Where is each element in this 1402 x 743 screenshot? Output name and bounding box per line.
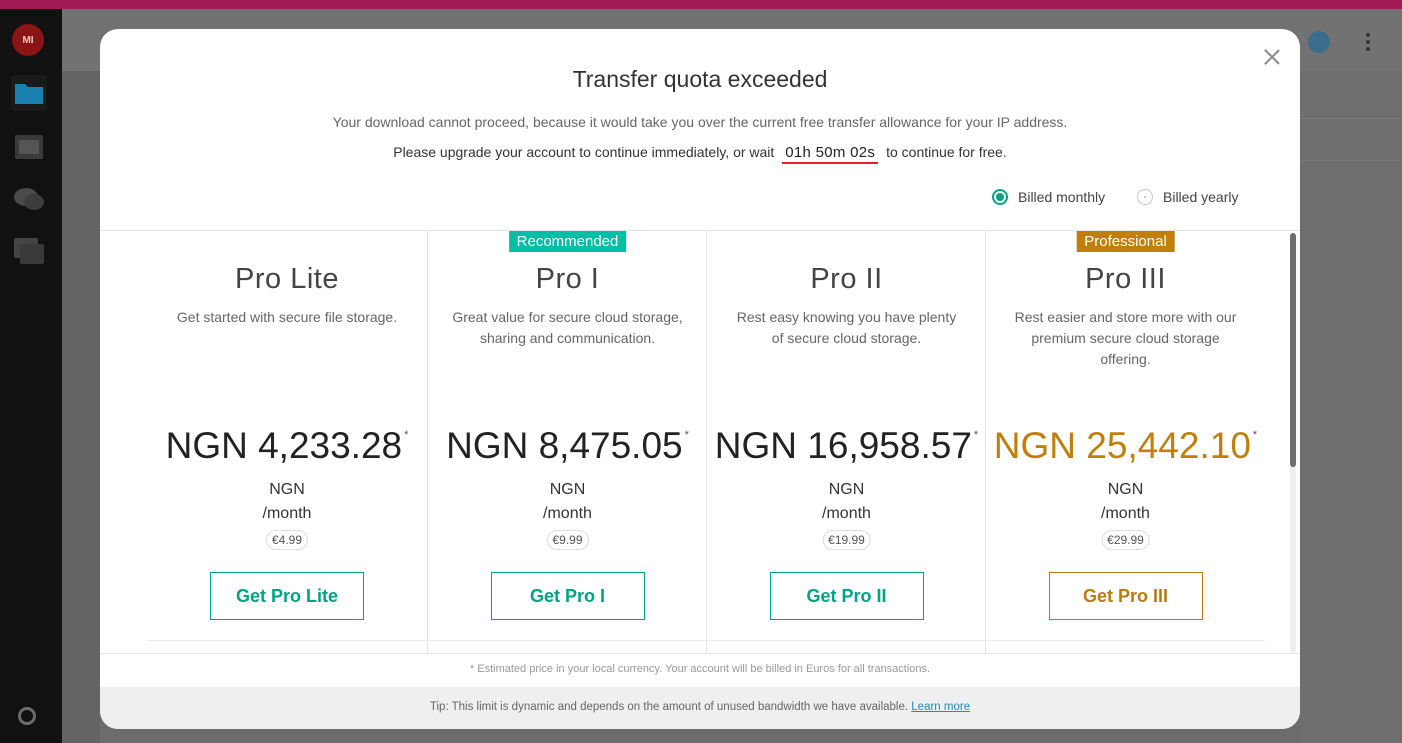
dialog-title: Transfer quota exceeded — [572, 66, 828, 92]
plans-grid: Pro Lite Get started with secure file st… — [100, 231, 1285, 653]
billed-yearly-radio[interactable] — [1137, 189, 1153, 205]
wait-message: Please upgrade your account to continue … — [100, 144, 1300, 164]
dialog-message: Your download cannot proceed, because it… — [332, 114, 1068, 130]
professional-badge: Professional — [1076, 231, 1175, 252]
plan-card-pro-i: Recommended Pro I Great value for secure… — [427, 231, 707, 653]
plan-period: /month — [822, 505, 871, 522]
settings-icon[interactable] — [18, 707, 36, 725]
photos-icon[interactable] — [11, 129, 47, 165]
get-pro-iii-button[interactable]: Get Pro III — [1048, 572, 1203, 620]
plan-currency: NGN — [549, 481, 586, 498]
contacts-icon[interactable] — [11, 233, 47, 269]
recommended-badge: Recommended — [508, 231, 627, 252]
chat-icon[interactable] — [11, 181, 47, 217]
app-right-panel — [1300, 71, 1402, 743]
plan-description: Get started with secure file storage. — [176, 309, 398, 325]
more-menu-icon[interactable] — [1366, 33, 1370, 51]
bg-divider — [1300, 160, 1400, 161]
cloud-drive-icon[interactable] — [11, 75, 47, 111]
get-pro-i-button[interactable]: Get Pro I — [490, 572, 645, 620]
get-pro-ii-button[interactable]: Get Pro II — [769, 572, 924, 620]
plan-eur-price: €29.99 — [1101, 530, 1150, 550]
plan-eur-price: €4.99 — [265, 530, 309, 550]
app-left-panel — [62, 71, 100, 743]
billed-yearly-option[interactable]: Billed yearly — [1137, 187, 1238, 207]
plan-description: Rest easier and store more with our prem… — [1014, 309, 1237, 367]
plan-currency: NGN — [269, 481, 305, 498]
tip-message: Tip: This limit is dynamic and depends o… — [100, 701, 1300, 713]
wait-suffix: to continue for free. — [886, 144, 1007, 160]
plan-name: Pro Lite — [235, 263, 339, 295]
plan-card-pro-iii: Professional Pro III Rest easier and sto… — [985, 231, 1265, 653]
plan-name: Pro II — [810, 263, 883, 295]
user-avatar[interactable] — [1308, 31, 1330, 53]
plan-currency: NGN — [828, 481, 865, 498]
plans-scrollbar-thumb[interactable] — [1290, 233, 1296, 467]
plan-price: NGN 16,958.57 * — [714, 425, 979, 466]
plan-name: Pro III — [1085, 263, 1166, 295]
plan-price: NGN 25,442.10 * — [993, 425, 1258, 466]
plan-eur-price: €19.99 — [822, 530, 871, 550]
plan-description: Rest easy knowing you have plenty of sec… — [736, 309, 957, 346]
billed-monthly-radio[interactable] — [992, 189, 1008, 205]
plan-description: Great value for secure cloud storage, sh… — [452, 309, 683, 346]
get-pro-lite-button[interactable]: Get Pro Lite — [210, 572, 364, 620]
app-sidebar: MI — [0, 9, 62, 743]
footnote-text: * Estimated price in your local currency… — [469, 663, 931, 675]
billed-monthly-label: Billed monthly — [1018, 189, 1106, 205]
plan-currency: NGN — [1107, 481, 1144, 498]
plan-card-pro-lite: Pro Lite Get started with secure file st… — [147, 231, 427, 653]
account-avatar[interactable]: MI — [12, 24, 44, 56]
billed-monthly-option[interactable]: Billed monthly — [992, 187, 1105, 207]
learn-more-link[interactable]: Learn more — [911, 701, 970, 713]
close-icon[interactable] — [1262, 47, 1282, 67]
plans-bottom-rule — [147, 640, 1265, 641]
top-accent-bar — [0, 0, 1402, 9]
countdown-timer: 01h 50m 02s — [782, 144, 879, 164]
transfer-quota-dialog: Transfer quota exceeded Your download ca… — [100, 29, 1300, 729]
plan-price: NGN 8,475.05 * — [446, 425, 689, 466]
bg-divider — [1300, 118, 1400, 119]
plan-name: Pro I — [535, 263, 600, 295]
plan-period: /month — [543, 505, 592, 522]
plan-period: /month — [1101, 505, 1150, 522]
plan-price: NGN 4,233.28 * — [165, 425, 409, 466]
plan-period: /month — [262, 505, 312, 522]
billed-yearly-label: Billed yearly — [1163, 189, 1239, 205]
plan-card-pro-ii: Pro II Rest easy knowing you have plenty… — [706, 231, 986, 653]
plan-eur-price: €9.99 — [546, 530, 589, 550]
tip-text: Tip: This limit is dynamic and depends o… — [429, 701, 909, 713]
wait-prefix: Please upgrade your account to continue … — [393, 144, 775, 160]
